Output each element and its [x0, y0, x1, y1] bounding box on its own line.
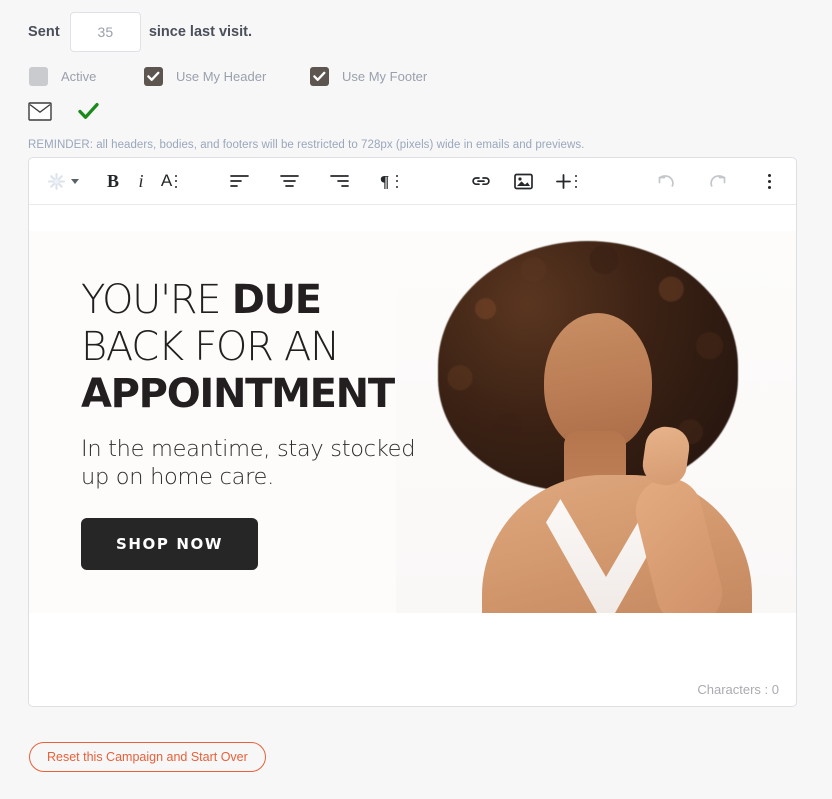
- status-icon-row: [28, 98, 99, 124]
- headline-part-light: BACK FOR AN: [81, 324, 340, 370]
- banner-headline-line2: BACK FOR AN: [81, 324, 481, 371]
- insert-link-button[interactable]: [467, 165, 495, 197]
- align-center-button[interactable]: [275, 165, 303, 197]
- checkbox-checked-icon[interactable]: [310, 66, 329, 86]
- shop-now-button[interactable]: SHOP NOW: [81, 518, 258, 570]
- styles-dropdown[interactable]: [43, 165, 83, 197]
- toolbar-right-group: [652, 165, 782, 197]
- redo-button[interactable]: [703, 165, 732, 197]
- sent-count-input[interactable]: [69, 12, 141, 52]
- italic-button[interactable]: i: [127, 165, 155, 197]
- sent-suffix-label: since last visit.: [148, 24, 252, 40]
- banner-subtext-line1: In the meantime, stay stocked: [81, 436, 416, 462]
- vertical-dots-icon: [575, 174, 577, 188]
- insert-image-button[interactable]: [509, 165, 537, 197]
- character-count-label: Characters : 0: [697, 682, 779, 697]
- checkbox-use-my-footer-label: Use My Footer: [342, 68, 428, 84]
- sent-row: Sent since last visit.: [28, 12, 252, 52]
- sent-label: Sent: [28, 24, 60, 40]
- reminder-text: REMINDER: all headers, bodies, and foote…: [28, 139, 585, 151]
- bold-button[interactable]: B: [99, 165, 127, 197]
- paragraph-format-button[interactable]: ¶: [375, 165, 403, 197]
- headline-part-light: YOU'RE: [81, 277, 232, 323]
- undo-icon: [658, 175, 674, 187]
- align-right-icon: [329, 175, 349, 187]
- vertical-dots-icon: [768, 173, 771, 189]
- redo-icon: [710, 175, 726, 187]
- paragraph-icon: ¶: [380, 173, 389, 189]
- checkbox-use-my-header[interactable]: Use My Header: [144, 66, 310, 86]
- checkbox-active[interactable]: Active: [29, 66, 144, 86]
- editor-toolbar: B i A ¶: [29, 158, 796, 205]
- checkbox-checked-icon[interactable]: [144, 66, 163, 86]
- banner-subtext-line2: up on home care.: [81, 464, 274, 490]
- banner-headline-line3: APPOINTMENT: [81, 371, 481, 418]
- more-options-button[interactable]: [754, 165, 782, 197]
- checkbox-use-my-footer[interactable]: Use My Footer: [310, 66, 428, 86]
- checkbox-row: Active Use My Header Use My Footer: [29, 65, 427, 87]
- vertical-dots-icon: [396, 174, 398, 188]
- rich-text-editor: B i A ¶ YOU'RE DUE BACK FOR AN APPOINTME…: [28, 157, 797, 707]
- banner-subtext: In the meantime, stay stocked up on home…: [81, 435, 481, 491]
- checkbox-use-my-header-label: Use My Header: [176, 68, 267, 84]
- chevron-down-icon: [71, 178, 79, 184]
- font-size-icon: A: [160, 171, 173, 190]
- align-right-button[interactable]: [325, 165, 353, 197]
- font-options-button[interactable]: A: [155, 165, 183, 197]
- align-left-icon: [229, 175, 249, 187]
- green-check-icon: [52, 102, 99, 121]
- undo-button[interactable]: [652, 165, 681, 197]
- reset-campaign-button[interactable]: Reset this Campaign and Start Over: [29, 742, 266, 772]
- editor-content-area[interactable]: YOU'RE DUE BACK FOR AN APPOINTMENT In th…: [29, 205, 796, 706]
- align-center-icon: [279, 175, 299, 187]
- envelope-icon[interactable]: [28, 101, 52, 121]
- banner-headline-line1: YOU'RE DUE: [81, 277, 481, 324]
- headline-part-bold: DUE: [231, 277, 322, 323]
- image-icon: [513, 173, 533, 189]
- email-banner-image[interactable]: YOU'RE DUE BACK FOR AN APPOINTMENT In th…: [29, 231, 796, 613]
- align-left-button[interactable]: [225, 165, 253, 197]
- headline-part-bold: APPOINTMENT: [81, 371, 395, 417]
- banner-text-block: YOU'RE DUE BACK FOR AN APPOINTMENT In th…: [81, 277, 481, 570]
- checkbox-unchecked-icon[interactable]: [29, 66, 48, 86]
- checkbox-active-label: Active: [61, 68, 97, 84]
- link-icon: [472, 177, 490, 186]
- svg-text:¶: ¶: [380, 173, 389, 189]
- vertical-dots-icon: [175, 174, 178, 188]
- plus-icon: [556, 173, 571, 189]
- asterisk-styles-icon: [47, 172, 66, 190]
- insert-more-button[interactable]: [551, 165, 581, 197]
